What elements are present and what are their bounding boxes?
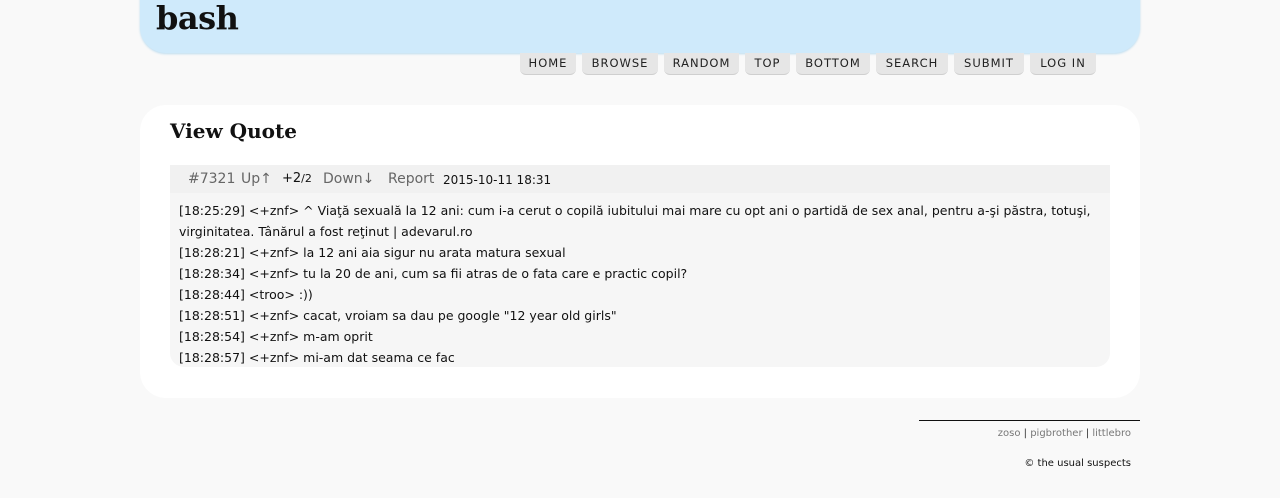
nav-random[interactable]: RANDOM bbox=[664, 53, 739, 75]
site-header: bash bbox=[140, 0, 1140, 53]
nav-search[interactable]: SEARCH bbox=[876, 53, 948, 75]
page-title: View Quote bbox=[170, 119, 297, 143]
score-value: +2 bbox=[282, 171, 302, 186]
footer-separator: | bbox=[1023, 428, 1028, 439]
quote-score: +2/2 bbox=[282, 171, 312, 186]
quote-line: [18:28:44] <troo> :)) bbox=[179, 287, 313, 302]
nav-login[interactable]: LOG IN bbox=[1030, 53, 1096, 75]
vote-up-link[interactable]: Up↑ bbox=[241, 171, 272, 187]
site-logo[interactable]: bash bbox=[156, 0, 239, 38]
nav-top[interactable]: TOP bbox=[745, 53, 790, 75]
quote-toolbar: #7321 Up↑ +2/2 Down↓ Report 2015-10-11 1… bbox=[170, 165, 1110, 193]
quote-box: #7321 Up↑ +2/2 Down↓ Report 2015-10-11 1… bbox=[170, 165, 1110, 367]
quote-text: [18:25:29] <+znf> ^ Viaţă sexuală la 12 … bbox=[179, 200, 1099, 368]
footer-link-pigbrother[interactable]: pigbrother bbox=[1030, 428, 1082, 439]
quote-date: 2015-10-11 18:31 bbox=[443, 173, 552, 187]
quote-panel: View Quote #7321 Up↑ +2/2 Down↓ Report 2… bbox=[140, 105, 1140, 398]
quote-id-link[interactable]: #7321 bbox=[188, 171, 235, 187]
quote-line: [18:25:29] <+znf> ^ Viaţă sexuală la 12 … bbox=[179, 203, 1091, 239]
quote-line: [18:28:54] <+znf> m-am oprit bbox=[179, 329, 373, 344]
footer-links: zoso | pigbrother | littlebro bbox=[998, 428, 1131, 439]
quote-line: [18:28:21] <+znf> la 12 ani aia sigur nu… bbox=[179, 245, 566, 260]
nav-submit[interactable]: SUBMIT bbox=[954, 53, 1024, 75]
copyright: © the usual suspects bbox=[1024, 458, 1131, 469]
nav-browse[interactable]: BROWSE bbox=[582, 53, 658, 75]
nav-home[interactable]: HOME bbox=[520, 53, 576, 75]
footer-link-littlebro[interactable]: littlebro bbox=[1092, 428, 1131, 439]
quote-line: [18:28:34] <+znf> tu la 20 de ani, cum s… bbox=[179, 266, 688, 281]
quote-line: [18:28:51] <+znf> cacat, vroiam sa dau p… bbox=[179, 308, 617, 323]
footer-link-zoso[interactable]: zoso bbox=[998, 428, 1021, 439]
vote-down-link[interactable]: Down↓ bbox=[323, 171, 374, 187]
footer-separator: | bbox=[1085, 428, 1090, 439]
quote-line: [18:28:57] <+znf> mi-am dat seama ce fac bbox=[179, 350, 455, 365]
vote-count: /2 bbox=[301, 172, 312, 185]
report-link[interactable]: Report bbox=[388, 171, 434, 187]
footer-divider bbox=[919, 420, 1140, 421]
nav-bottom[interactable]: BOTTOM bbox=[796, 53, 870, 75]
